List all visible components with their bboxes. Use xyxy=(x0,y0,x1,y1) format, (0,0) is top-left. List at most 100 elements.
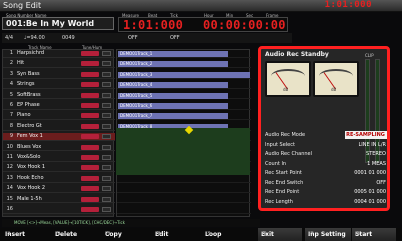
track-row[interactable]: 12 Vox Hook 1 xyxy=(3,164,115,173)
tone-badge[interactable] xyxy=(81,196,99,202)
tone-badge[interactable] xyxy=(81,103,99,108)
arrange-row[interactable]: DEMO01Track_4 xyxy=(117,81,251,90)
track-row[interactable]: 8 Electro Gt xyxy=(3,123,115,131)
fkey-edit[interactable]: F4 Edit xyxy=(152,228,196,241)
tone-badge[interactable] xyxy=(81,186,99,192)
param-value[interactable]: 0001 01 000 xyxy=(345,169,387,177)
track-select-box[interactable] xyxy=(102,82,111,88)
track-row[interactable]: 7 Piano xyxy=(3,112,115,121)
track-select-box[interactable] xyxy=(102,51,111,56)
song-name-box[interactable]: 001:Be In My World xyxy=(2,17,114,30)
switch-off-2[interactable]: OFF xyxy=(170,35,180,41)
track-select-box[interactable] xyxy=(102,196,111,202)
param-value[interactable]: OFF xyxy=(345,179,387,187)
tone-badge[interactable] xyxy=(81,113,99,119)
fkey-inp-setting[interactable]: F7 Inp Setting xyxy=(305,228,351,241)
track-select-box[interactable] xyxy=(102,186,111,192)
phrase-clip[interactable]: DEMO01Track_3 xyxy=(118,71,250,78)
track-row[interactable]: 15 Male 1-5h xyxy=(3,196,115,204)
song-length[interactable]: 0049 xyxy=(62,35,75,41)
tempo[interactable]: ♩=94.00 xyxy=(24,35,45,41)
arrange-row[interactable]: DEMO01Track_2 xyxy=(117,60,251,69)
track-name: Electro Gt xyxy=(17,122,42,129)
arrange-row[interactable] xyxy=(117,175,251,183)
param-value[interactable]: 0005 01 000 xyxy=(345,188,387,196)
track-select-box[interactable] xyxy=(102,113,111,119)
tone-badge[interactable] xyxy=(81,92,99,98)
fkey-number: F4 xyxy=(155,231,161,236)
tone-badge[interactable] xyxy=(81,51,99,56)
dialog-title: Audio Rec Standby xyxy=(265,51,329,58)
fkey-delete[interactable]: F2 Delete xyxy=(52,228,96,241)
param-value[interactable]: LINE IN L/R xyxy=(345,141,387,149)
track-number: 8 xyxy=(9,122,13,129)
vu-db-label: dB xyxy=(283,87,289,92)
tone-badge[interactable] xyxy=(81,155,99,160)
track-row[interactable]: 5 SoftBrass xyxy=(3,92,115,100)
track-row[interactable]: 16 xyxy=(3,206,115,214)
song-name: 001:Be In My World xyxy=(6,19,95,28)
fkey-insert[interactable]: F1 Insert xyxy=(2,228,46,241)
track-row[interactable]: 10 Blues Vox xyxy=(3,144,115,152)
track-select-box[interactable] xyxy=(102,207,111,212)
tone-badge[interactable] xyxy=(81,123,99,129)
track-select-box[interactable] xyxy=(102,175,111,181)
function-key-bar: F1 Insert F2 Delete F3 Copy F4 Edit F5 Loop F6 Exit… xyxy=(0,228,402,241)
track-row[interactable]: 14 Vox Hook 2 xyxy=(3,185,115,194)
time-signature[interactable]: 4/4 xyxy=(5,35,13,41)
tone-badge[interactable] xyxy=(81,175,99,181)
track-select-box[interactable] xyxy=(102,71,111,77)
track-select-box[interactable] xyxy=(102,134,111,140)
phrase-clip[interactable]: DEMO01Track_4 xyxy=(118,82,228,89)
fkey-start[interactable]: F8 Start xyxy=(352,228,396,241)
switch-off-1[interactable]: OFF xyxy=(128,35,138,41)
track-select-box[interactable] xyxy=(102,144,111,150)
track-row[interactable]: 2 Hit xyxy=(3,60,115,69)
title-bar: Song Edit 1:01:000 xyxy=(0,0,402,12)
empty-track-area[interactable] xyxy=(116,128,250,175)
tone-badge[interactable] xyxy=(81,71,99,77)
arrange-row[interactable] xyxy=(117,196,251,204)
track-select-box[interactable] xyxy=(102,123,111,129)
phrase-clip[interactable]: DEMO01Track_5 xyxy=(118,92,228,99)
param-value[interactable]: RE-SAMPLING xyxy=(345,131,387,139)
track-select-box[interactable] xyxy=(102,92,111,98)
phrase-clip[interactable]: DEMO01Track_7 xyxy=(118,113,228,120)
track-row[interactable]: 11 Vox&Solo xyxy=(3,154,115,162)
vu-meter-right: dB xyxy=(313,61,359,97)
tone-badge[interactable] xyxy=(81,165,99,171)
tone-badge[interactable] xyxy=(81,61,99,67)
track-row[interactable]: 4 Strings xyxy=(3,81,115,90)
arrange-row[interactable]: DEMO01Track_6 xyxy=(117,102,251,110)
param-value[interactable]: STEREO xyxy=(345,150,387,158)
fkey-number: F3 xyxy=(105,231,111,236)
track-row[interactable]: 3 Syn Bass xyxy=(3,71,115,79)
track-row[interactable]: 9 Fem Vox 1 xyxy=(3,133,115,142)
phrase-clip[interactable]: DEMO01Track_2 xyxy=(118,61,228,68)
tone-badge[interactable] xyxy=(81,144,99,150)
arrange-row[interactable]: DEMO01Track_1 xyxy=(117,50,251,58)
track-row[interactable]: 13 Hook Echo xyxy=(3,175,115,183)
track-select-box[interactable] xyxy=(102,61,111,67)
track-select-box[interactable] xyxy=(102,155,111,160)
fkey-number: F5 xyxy=(205,231,211,236)
phrase-clip[interactable]: DEMO01Track_6 xyxy=(118,103,228,109)
fkey-copy[interactable]: F3 Copy xyxy=(102,228,146,241)
arrange-row[interactable]: DEMO01Track_3 xyxy=(117,71,251,79)
track-select-box[interactable] xyxy=(102,165,111,171)
tone-badge[interactable] xyxy=(81,82,99,88)
arrange-row[interactable]: DEMO01Track_5 xyxy=(117,92,251,100)
param-value[interactable]: 1 MEAS xyxy=(345,160,387,168)
phrase-clip[interactable]: DEMO01Track_1 xyxy=(118,51,228,57)
tone-badge[interactable] xyxy=(81,134,99,140)
track-row[interactable]: 1 Harpsichrd xyxy=(3,50,115,58)
arrange-row[interactable] xyxy=(117,185,251,194)
arrange-row[interactable]: DEMO01Track_7 xyxy=(117,112,251,121)
param-value[interactable]: 0004 01 000 xyxy=(345,198,387,206)
fkey-loop[interactable]: F5 Loop xyxy=(202,228,246,241)
fkey-exit[interactable]: F6 Exit xyxy=(258,228,302,241)
arrange-row[interactable] xyxy=(117,206,251,214)
track-row[interactable]: 6 EP Phase xyxy=(3,102,115,110)
track-select-box[interactable] xyxy=(102,103,111,108)
tone-badge[interactable] xyxy=(81,207,99,212)
